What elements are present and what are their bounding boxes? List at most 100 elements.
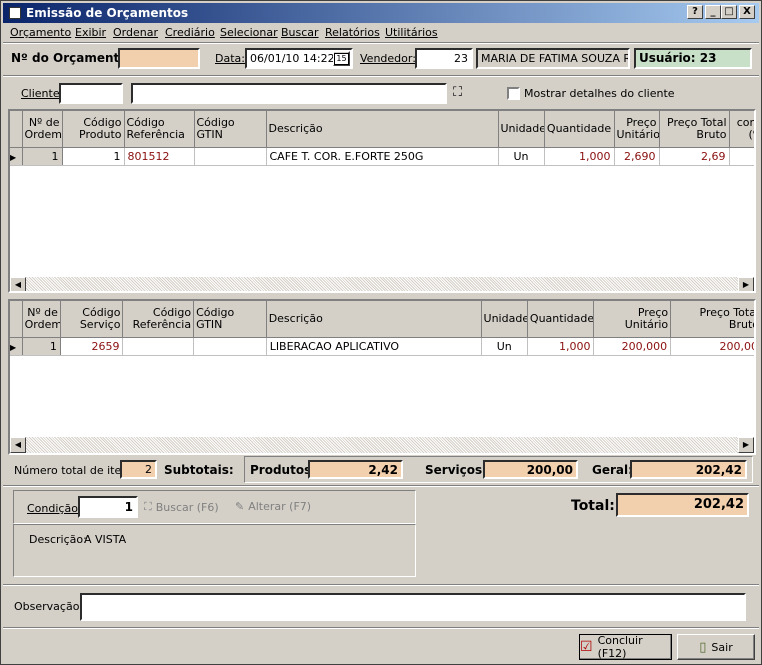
- cell-referencia[interactable]: 801512: [124, 147, 195, 166]
- row-pointer-icon: ▶: [10, 342, 17, 352]
- alterar-button[interactable]: ✎ Alterar (F7): [235, 500, 311, 513]
- servicos-hscroll[interactable]: ◀ ▶: [10, 437, 754, 453]
- alterar-label: Alterar (F7): [248, 500, 312, 513]
- menu-relatorios[interactable]: Relatórios: [325, 26, 380, 39]
- binoculars-icon[interactable]: ⛶: [453, 85, 462, 100]
- col-codigo-referencia[interactable]: Código Referência: [124, 111, 195, 148]
- mostrar-detalhes-label: Mostrar detalhes do cliente: [524, 87, 675, 100]
- header-separator: [3, 75, 759, 77]
- row-indicator-header: [10, 301, 23, 338]
- cell-ordem[interactable]: 1: [22, 337, 61, 356]
- cliente-label: Cliente:: [21, 87, 64, 100]
- buscar-button[interactable]: ⛶ Buscar (F6): [144, 500, 219, 514]
- produtos-subtotal-field: 2,42: [308, 460, 403, 479]
- menu-ordenar[interactable]: Ordenar: [113, 26, 158, 39]
- cell-unidade[interactable]: Un: [498, 147, 545, 166]
- subtotais-label: Subtotais:: [164, 463, 234, 477]
- col-preco-unitario[interactable]: Preço Unitário: [614, 111, 660, 148]
- servicos-grid[interactable]: Nº de Ordem Código Serviço Código Referê…: [8, 299, 756, 455]
- main-window: Emissão de Orçamentos ? _ □ X Orçamento …: [0, 0, 762, 665]
- col-preco-total[interactable]: Preço Total Bruto: [659, 111, 730, 148]
- mostrar-detalhes-checkbox[interactable]: [507, 87, 520, 100]
- menu-separator: [3, 42, 759, 44]
- cell-unitario[interactable]: 200,000: [593, 337, 672, 356]
- col-codigo-gtin[interactable]: Código GTIN: [193, 301, 267, 338]
- col-ordem[interactable]: Nº de Ordem: [22, 111, 63, 148]
- calendar-button[interactable]: 15: [333, 51, 350, 66]
- check-icon: ☑: [580, 639, 593, 655]
- cell-gtin[interactable]: [194, 147, 267, 166]
- vendedor-name-field: MARIA DE FATIMA SOUZA RE: [476, 48, 630, 69]
- orcamento-field[interactable]: [118, 48, 200, 69]
- col-codigo-servico[interactable]: Código Serviço: [60, 301, 124, 338]
- cell-quantidade[interactable]: 1,000: [527, 337, 595, 356]
- menu-exibir[interactable]: Exibir: [75, 26, 106, 39]
- produtos-grid[interactable]: Nº de Ordem Código Produto Código Referê…: [8, 109, 756, 293]
- scroll-right-icon[interactable]: ▶: [738, 437, 754, 453]
- menu-orcamento[interactable]: Orçamento: [10, 26, 71, 39]
- cell-quantidade[interactable]: 1,000: [544, 147, 615, 166]
- row-pointer-icon: ▶: [10, 152, 17, 162]
- descricao-value: A VISTA: [84, 533, 127, 546]
- cliente-name-field[interactable]: [131, 83, 447, 104]
- help-button[interactable]: ?: [687, 5, 703, 19]
- cell-referencia[interactable]: [122, 337, 195, 356]
- menu-crediario[interactable]: Crediário: [165, 26, 215, 39]
- close-button[interactable]: X: [739, 5, 755, 19]
- sair-button[interactable]: ▯ Sair: [677, 634, 755, 660]
- maximize-button[interactable]: □: [721, 5, 737, 19]
- scroll-left-icon[interactable]: ◀: [10, 277, 26, 291]
- sair-label: Sair: [711, 640, 733, 654]
- col-descricao[interactable]: Descrição: [266, 301, 482, 338]
- table-row[interactable]: ▶ 1 2659 LIBERACAO APLICATIVO Un 1,000 2…: [10, 337, 754, 356]
- calendar-icon: 15: [334, 52, 349, 65]
- row-indicator-header: [10, 111, 23, 148]
- descricao-panel: [13, 524, 416, 577]
- col-ordem[interactable]: Nº de Ordem: [22, 301, 61, 338]
- total-field: 202,42: [616, 493, 749, 517]
- cell-desconto[interactable]: 1: [729, 147, 754, 166]
- scroll-left-icon[interactable]: ◀: [10, 437, 26, 453]
- data-value: 06/01/10 14:22: [250, 52, 335, 65]
- concluir-button[interactable]: ☑ Concluir (F12): [579, 634, 672, 660]
- produtos-subtotal-label: Produtos:: [250, 463, 317, 477]
- col-desconto[interactable]: conto (%): [729, 111, 754, 148]
- col-unidade[interactable]: Unidade: [498, 111, 545, 148]
- observacao-field[interactable]: [80, 593, 746, 621]
- col-quantidade[interactable]: Quantidade: [527, 301, 595, 338]
- col-quantidade[interactable]: Quantidade: [544, 111, 615, 148]
- menu-selecionar[interactable]: Selecionar: [220, 26, 278, 39]
- cell-codigo[interactable]: 2659: [60, 337, 124, 356]
- app-icon: [9, 7, 21, 19]
- col-codigo-referencia[interactable]: Código Referência: [122, 301, 195, 338]
- scroll-track[interactable]: [26, 277, 738, 291]
- edit-icon: ✎: [235, 500, 245, 513]
- menu-buscar[interactable]: Buscar: [281, 26, 319, 39]
- col-unidade[interactable]: Unidade: [481, 301, 528, 338]
- scroll-right-icon[interactable]: ▶: [738, 277, 754, 291]
- cell-total[interactable]: 200,00: [670, 337, 754, 356]
- cell-unitario[interactable]: 2,690: [614, 147, 660, 166]
- menu-utilitarios[interactable]: Utilitários: [385, 26, 438, 39]
- condicao-label: Condição:: [27, 502, 82, 515]
- vendedor-label: Vendedor:: [360, 52, 416, 65]
- col-codigo-produto[interactable]: Código Produto: [62, 111, 125, 148]
- cell-descricao[interactable]: CAFE T. COR. E.FORTE 250G: [266, 147, 499, 166]
- table-row[interactable]: ▶ 1 1 801512 CAFE T. COR. E.FORTE 250G U…: [10, 147, 754, 166]
- cell-ordem[interactable]: 1: [22, 147, 63, 166]
- minimize-button[interactable]: _: [705, 5, 721, 19]
- cliente-code-field[interactable]: [59, 83, 123, 104]
- cell-codigo[interactable]: 1: [62, 147, 125, 166]
- vendedor-code-field[interactable]: 23: [415, 48, 473, 69]
- cell-descricao[interactable]: LIBERACAO APLICATIVO: [266, 337, 482, 356]
- col-preco-total[interactable]: Preço Total Bruto: [670, 301, 754, 338]
- col-descricao[interactable]: Descrição: [266, 111, 499, 148]
- condicao-field[interactable]: 1: [78, 496, 138, 518]
- produtos-hscroll[interactable]: ◀ ▶: [10, 277, 754, 291]
- cell-gtin[interactable]: [193, 337, 267, 356]
- col-preco-unitario[interactable]: Preço Unitário: [593, 301, 672, 338]
- col-codigo-gtin[interactable]: Código GTIN: [194, 111, 267, 148]
- cell-unidade[interactable]: Un: [481, 337, 528, 356]
- scroll-track[interactable]: [26, 437, 738, 453]
- cell-total[interactable]: 2,69: [659, 147, 730, 166]
